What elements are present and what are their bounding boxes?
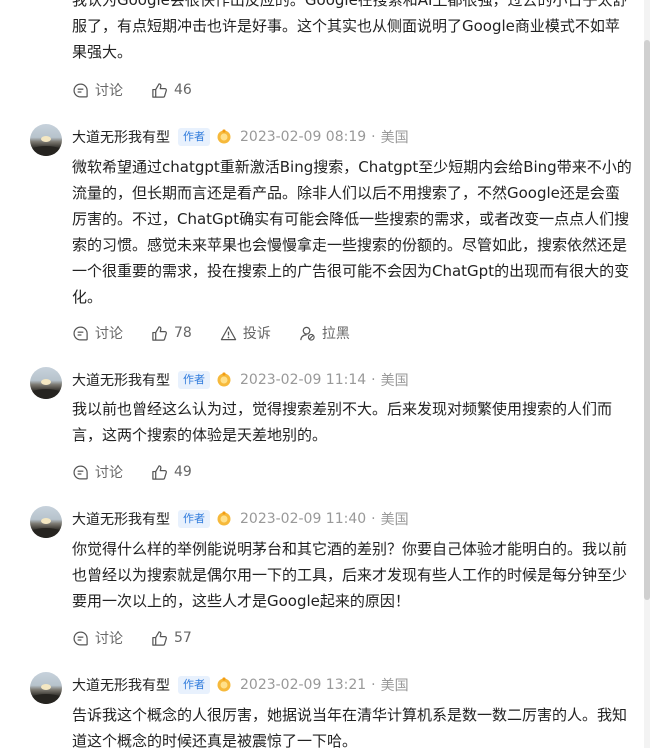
avatar[interactable] — [30, 367, 62, 399]
comment-text: 你觉得什么样的举例能说明茅台和其它酒的差别？你要自己体验才能明白的。我以前也曾经… — [72, 540, 628, 610]
author-badge: 作者 — [178, 128, 210, 146]
discuss-button[interactable]: 讨论 — [72, 323, 123, 343]
author-badge: 作者 — [178, 676, 210, 694]
warning-icon — [220, 325, 237, 340]
block-user-icon — [300, 326, 315, 341]
separator-dot: · — [371, 511, 376, 527]
comment-location: 美国 — [380, 678, 409, 694]
separator-dot: · — [371, 372, 376, 388]
comment-text: 微软希望通过chatgpt重新激活Bing搜索，Chatgpt至少短期内会给Bi… — [72, 158, 632, 306]
chat-bubble-icon — [73, 464, 88, 480]
comment-text: 我以前也曾经这么认为过，觉得搜索差别不大。后来发现对频繁使用搜索的人们而言，这两… — [72, 400, 613, 444]
like-button[interactable]: 57 — [151, 630, 192, 647]
comment-time: 2023-02-09 11:14 — [240, 372, 367, 388]
username-link[interactable]: 大道无形我有型 — [72, 370, 170, 390]
discuss-label: 讨论 — [95, 83, 123, 99]
comment-location: 美国 — [380, 130, 409, 146]
comment-header: 大道无形我有型 作者 2023-02-09 11:14 · 美国 — [72, 369, 409, 391]
chat-bubble-icon — [73, 630, 88, 646]
username-link[interactable]: 大道无形我有型 — [72, 127, 170, 147]
block-button[interactable]: 拉黑 — [299, 323, 350, 343]
thumbs-up-icon — [152, 464, 167, 480]
avatar[interactable] — [30, 506, 62, 538]
thumbs-up-icon — [152, 82, 167, 98]
like-count: 57 — [174, 630, 192, 646]
avatar[interactable] — [30, 124, 62, 156]
comment-actions: 讨论 57 — [72, 628, 220, 648]
like-button[interactable]: 78 — [151, 325, 192, 342]
comment-header: 大道无形我有型 作者 2023-02-09 13:21 · 美国 — [72, 674, 409, 696]
level-badge-icon — [217, 372, 231, 387]
report-label: 投诉 — [242, 326, 271, 342]
comment-text: 告诉我这个概念的人很厉害，她据说当年在清华计算机系是数一数二厉害的人。我知道这个… — [72, 706, 628, 750]
author-badge: 作者 — [178, 371, 210, 389]
discuss-label: 讨论 — [95, 326, 123, 342]
comment-header: 大道无形我有型 作者 2023-02-09 08:19 · 美国 — [72, 126, 409, 148]
comment-actions: 讨论 78 投诉 拉黑 — [72, 323, 378, 343]
comment-header: 大道无形我有型 作者 2023-02-09 11:40 · 美国 — [72, 508, 409, 530]
separator-dot: · — [371, 129, 376, 145]
discuss-label: 讨论 — [95, 631, 123, 647]
username-link[interactable]: 大道无形我有型 — [72, 675, 170, 695]
discuss-label: 讨论 — [95, 465, 123, 481]
level-badge-icon — [217, 677, 231, 692]
comment-time: 2023-02-09 08:19 — [240, 129, 367, 145]
like-button[interactable]: 46 — [151, 82, 192, 99]
like-button[interactable]: 49 — [151, 464, 192, 481]
like-count: 78 — [174, 325, 192, 341]
discuss-button[interactable]: 讨论 — [72, 628, 123, 648]
like-count: 46 — [174, 82, 192, 98]
username-link[interactable]: 大道无形我有型 — [72, 509, 170, 529]
block-label: 拉黑 — [321, 326, 350, 342]
author-badge: 作者 — [178, 510, 210, 528]
comment-text: 我认为Google会很快作出反应的。Google在搜索和AI上都很强，过去的小日… — [72, 0, 628, 61]
chat-bubble-icon — [73, 82, 88, 98]
comment-actions: 讨论 46 — [72, 80, 220, 100]
report-button[interactable]: 投诉 — [220, 323, 271, 343]
thumbs-up-icon — [152, 630, 167, 646]
scrollbar-thumb[interactable] — [644, 40, 650, 600]
thumbs-up-icon — [152, 325, 167, 341]
discuss-button[interactable]: 讨论 — [72, 80, 123, 100]
comment-actions: 讨论 49 — [72, 462, 220, 482]
comment-location: 美国 — [380, 373, 409, 389]
level-badge-icon — [217, 129, 231, 144]
comment-time: 2023-02-09 13:21 — [240, 677, 367, 693]
like-count: 49 — [174, 464, 192, 480]
comment-time: 2023-02-09 11:40 — [240, 511, 367, 527]
level-badge-icon — [217, 511, 231, 526]
comment-location: 美国 — [380, 512, 409, 528]
discuss-button[interactable]: 讨论 — [72, 462, 123, 482]
avatar[interactable] — [30, 672, 62, 704]
separator-dot: · — [371, 677, 376, 693]
chat-bubble-icon — [73, 325, 88, 341]
